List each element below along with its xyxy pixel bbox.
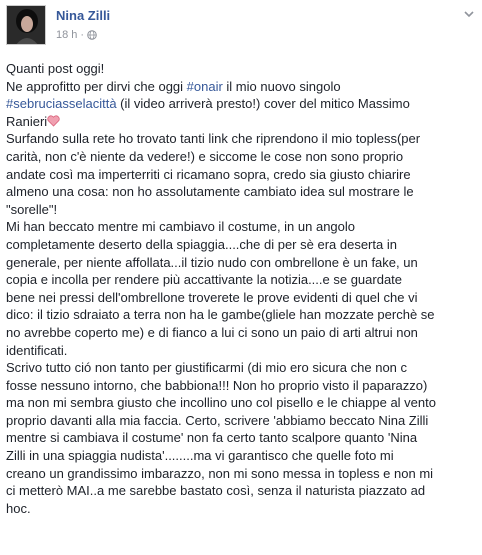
post-line: creano un grandissimo imbarazzo, non mi … <box>6 465 476 483</box>
post-line: Ne approfitto per dirvi che oggi #onair … <box>6 78 476 96</box>
post-line: almeno una cosa: non ho assolutamente ca… <box>6 183 476 201</box>
post-line: Zilli in una spiaggia nudista'........ma… <box>6 447 476 465</box>
post-text: identificati. <box>6 342 68 358</box>
post-text: bene nei pressi dell'ombrellone troveret… <box>6 289 418 305</box>
post-line: "sorelle"! <box>6 201 476 219</box>
post-text: (il video arriverà presto!) cover del mi… <box>116 96 410 112</box>
post-line: generale, per niente affollata...il tizi… <box>6 254 476 272</box>
post-text: Mi han beccato mentre mi cambiavo il cos… <box>6 219 356 235</box>
post-line: hoc. <box>6 500 476 518</box>
post-text: hoc. <box>6 500 31 516</box>
post-text: completamente deserto della spiaggia....… <box>6 236 397 252</box>
post-line: ma non mi sembra giusto che incollino un… <box>6 394 476 412</box>
post-line: no avrebbe coperto me) e di fianco a lui… <box>6 324 476 342</box>
post-text: fosse nessuno intorno, che babbiona!!! N… <box>6 377 428 393</box>
facebook-post: Nina Zilli 18 h · Quanti post oggi! Ne ap… <box>0 0 482 555</box>
post-text: mentre si cambiava il costume' non fa ce… <box>6 430 418 446</box>
post-line: Surfando sulla rete ho trovato tanti lin… <box>6 130 476 148</box>
post-line: ci metterò MAI..a me sarebbe bastato cos… <box>6 482 476 500</box>
meta-separator: · <box>80 29 85 41</box>
post-line: mentre si cambiava il costume' non fa ce… <box>6 429 476 447</box>
author-name[interactable]: Nina Zilli <box>56 8 110 23</box>
post-text: Surfando sulla rete ho trovato tanti lin… <box>6 131 421 147</box>
heart-icon <box>47 115 60 127</box>
post-line: Quanti post oggi! <box>6 60 476 78</box>
post-meta: 18 h · <box>56 29 97 41</box>
post-line: Ranieri <box>6 113 476 131</box>
post-line: andate così ma imperterriti ci ricamano … <box>6 166 476 184</box>
post-line: identificati. <box>6 342 476 360</box>
post-text: creano un grandissimo imbarazzo, non mi … <box>6 465 434 481</box>
post-line: copia e incolla per rendere più accattiv… <box>6 271 476 289</box>
hashtag-link[interactable]: #sebruciasselacittà <box>6 96 117 111</box>
post-text: Scrivo tutto ció non tanto per giustific… <box>6 360 408 376</box>
post-text: ma non mi sembra giusto che incollino un… <box>6 395 436 411</box>
post-line: proprio davanti alla mia faccia. Certo, … <box>6 412 476 430</box>
post-text: Quanti post oggi! <box>6 61 105 76</box>
post-header: Nina Zilli 18 h · <box>6 5 476 49</box>
post-text: copia e incolla per rendere più accattiv… <box>6 272 403 288</box>
post-text: generale, per niente affollata...il tizi… <box>6 254 418 270</box>
avatar[interactable] <box>6 5 46 45</box>
post-text: andate così ma imperterriti ci ricamano … <box>6 166 411 182</box>
post-text: "sorelle"! <box>6 201 58 217</box>
post-text: no avrebbe coperto me) e di fianco a lui… <box>6 324 418 340</box>
post-text: proprio davanti alla mia faccia. Certo, … <box>6 412 429 428</box>
post-line: Mi han beccato mentre mi cambiavo il cos… <box>6 218 476 236</box>
globe-icon <box>87 30 97 40</box>
post-time[interactable]: 18 h <box>56 29 77 41</box>
post-body: Quanti post oggi! Ne approfitto per dirvi… <box>6 60 476 517</box>
post-text: carità, non c'è niente da vedere!) e sic… <box>6 148 404 164</box>
post-line: bene nei pressi dell'ombrellone troveret… <box>6 289 476 307</box>
avatar-photo <box>7 6 45 44</box>
chevron-down-icon[interactable] <box>462 7 476 21</box>
post-text: il mio nuovo singolo <box>222 78 341 94</box>
post-line: completamente deserto della spiaggia....… <box>6 236 476 254</box>
post-line: carità, non c'è niente da vedere!) e sic… <box>6 148 476 166</box>
post-text: dico: il tizio sdraiato a terra non ha l… <box>6 307 435 323</box>
post-text: Ranieri <box>6 113 48 129</box>
post-text: almeno una cosa: non ho assolutamente ca… <box>6 184 414 200</box>
post-text: Ne approfitto per dirvi che oggi <box>6 78 187 94</box>
post-text: ci metterò MAI..a me sarebbe bastato cos… <box>6 483 426 499</box>
post-text: Zilli in una spiaggia nudista'........ma… <box>6 448 394 464</box>
post-line: fosse nessuno intorno, che babbiona!!! N… <box>6 377 476 395</box>
post-line: #sebruciasselacittà (il video arriverà p… <box>6 95 476 113</box>
hashtag-link[interactable]: #onair <box>187 79 223 94</box>
post-line: Scrivo tutto ció non tanto per giustific… <box>6 359 476 377</box>
post-line: dico: il tizio sdraiato a terra non ha l… <box>6 306 476 324</box>
